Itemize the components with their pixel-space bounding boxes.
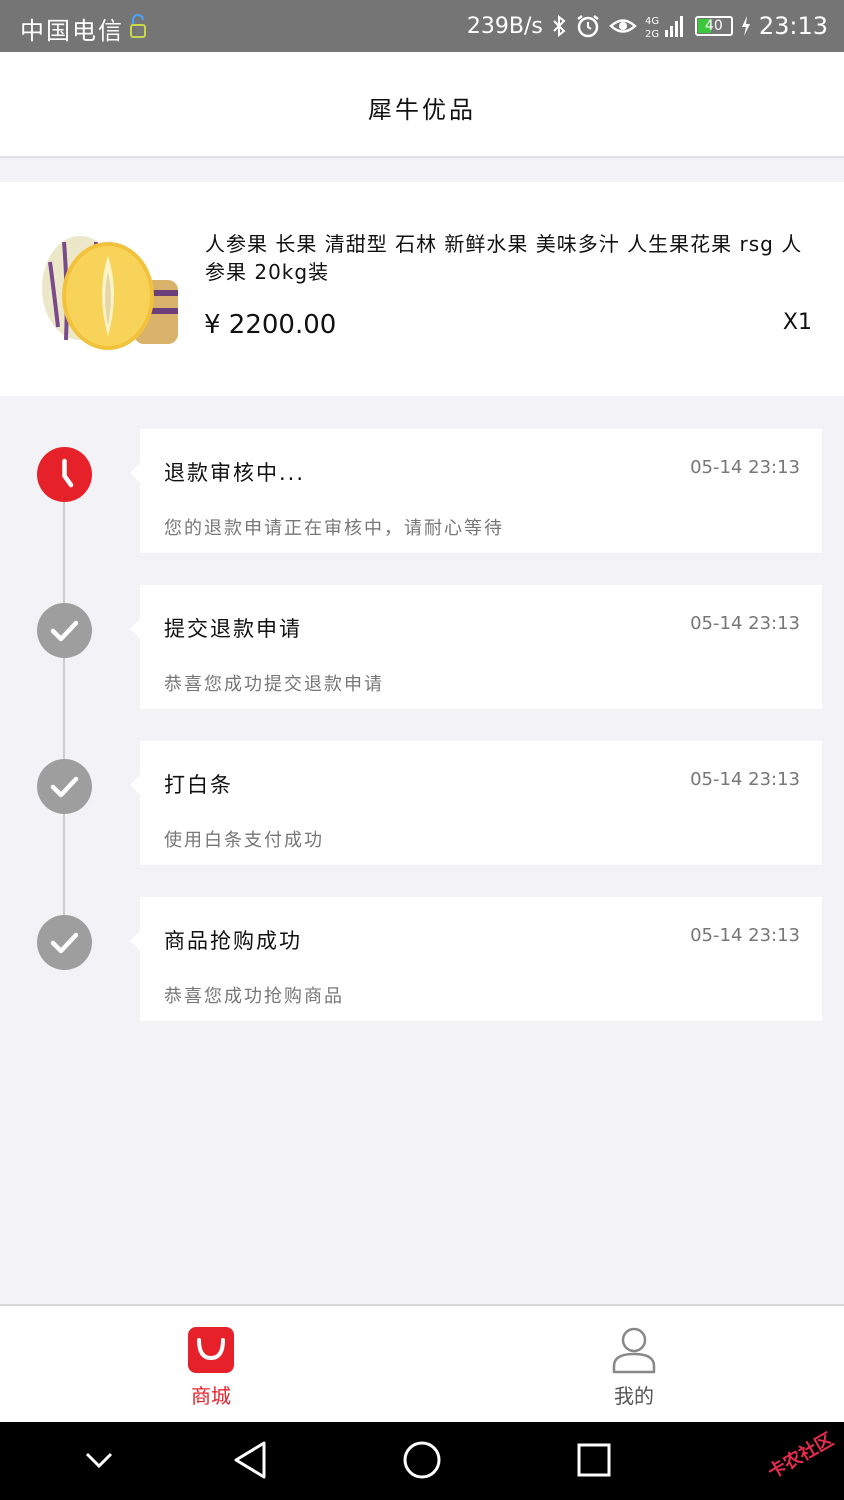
product-name: 人参果 长果 清甜型 石林 新鲜水果 美味多汁 人生果花果 rsg 人参果 20… — [205, 232, 803, 284]
app-header: 犀牛优品 — [0, 52, 844, 158]
shopping-bag-icon — [188, 1327, 234, 1373]
page-title: 犀牛优品 — [368, 96, 476, 124]
status-bar: 中国电信 239B/s 4G 2G 40 23:13 — [0, 0, 844, 52]
product-price: ¥ 2200.00 — [204, 310, 337, 340]
timeline-title: 提交退款申请 — [164, 617, 302, 641]
timeline-title: 退款审核中... — [164, 461, 306, 485]
chevron-down-icon[interactable] — [84, 1450, 114, 1470]
timeline-card: 商品抢购成功 05-14 23:13 恭喜您成功抢购商品 — [130, 897, 822, 1021]
watermark: 卡农社区 — [764, 1429, 838, 1484]
eye-icon — [608, 19, 637, 33]
check-icon — [37, 603, 92, 658]
timeline-title: 商品抢购成功 — [164, 929, 302, 953]
timeline-desc: 使用白条支付成功 — [164, 830, 324, 851]
charging-icon — [741, 16, 750, 36]
timeline-desc: 您的退款申请正在审核中，请耐心等待 — [164, 518, 504, 539]
timeline-desc: 恭喜您成功抢购商品 — [164, 986, 344, 1007]
timeline-time: 05-14 23:13 — [690, 769, 800, 790]
tab-bar: 商城 我的 — [0, 1304, 844, 1422]
home-icon[interactable] — [402, 1440, 442, 1480]
check-icon — [37, 759, 92, 814]
timeline-desc: 恭喜您成功提交退款申请 — [164, 674, 384, 695]
recents-icon[interactable] — [576, 1440, 612, 1480]
timeline-time: 05-14 23:13 — [690, 613, 800, 634]
signal-icon: 4G 2G — [645, 16, 683, 39]
product-image — [42, 236, 178, 350]
clock-icon — [37, 447, 92, 502]
product-quantity: X1 — [782, 310, 812, 335]
timeline-item: 商品抢购成功 05-14 23:13 恭喜您成功抢购商品 — [0, 897, 844, 1021]
tab-mine-label: 我的 — [614, 1384, 654, 1408]
user-icon — [612, 1327, 656, 1374]
svg-text:2G: 2G — [645, 29, 659, 39]
carrier-name: 中国电信 — [20, 17, 124, 45]
network-speed: 239B/s — [466, 13, 543, 39]
timeline-item: 打白条 05-14 23:13 使用白条支付成功 — [0, 741, 844, 865]
bluetooth-icon — [553, 14, 566, 38]
system-nav-bar: 卡农社区 — [0, 1422, 844, 1500]
tab-mine[interactable]: 我的 — [534, 1306, 734, 1424]
tab-shop[interactable]: 商城 — [111, 1306, 311, 1424]
check-icon — [37, 915, 92, 970]
timeline-card: 提交退款申请 05-14 23:13 恭喜您成功提交退款申请 — [130, 585, 822, 709]
timeline-card: 打白条 05-14 23:13 使用白条支付成功 — [130, 741, 822, 865]
back-icon[interactable] — [232, 1440, 268, 1480]
timeline-time: 05-14 23:13 — [690, 457, 800, 478]
lock-icon — [130, 14, 146, 38]
timeline-title: 打白条 — [164, 773, 233, 797]
timeline-card: 退款审核中... 05-14 23:13 您的退款申请正在审核中，请耐心等待 — [130, 429, 822, 553]
alarm-icon — [577, 15, 599, 38]
status-time: 23:13 — [758, 12, 828, 40]
timeline-item: 提交退款申请 05-14 23:13 恭喜您成功提交退款申请 — [0, 585, 844, 709]
network-type: 4G — [645, 16, 659, 27]
tab-shop-label: 商城 — [191, 1384, 231, 1408]
battery-indicator: 40 — [694, 16, 733, 36]
status-icons: 239B/s 4G 2G 40 23:13 — [467, 10, 828, 42]
product-card[interactable]: 人参果 长果 清甜型 石林 新鲜水果 美味多汁 人生果花果 rsg 人参果 20… — [0, 182, 844, 396]
timeline-time: 05-14 23:13 — [690, 925, 800, 946]
timeline-item: 退款审核中... 05-14 23:13 您的退款申请正在审核中，请耐心等待 — [0, 429, 844, 553]
